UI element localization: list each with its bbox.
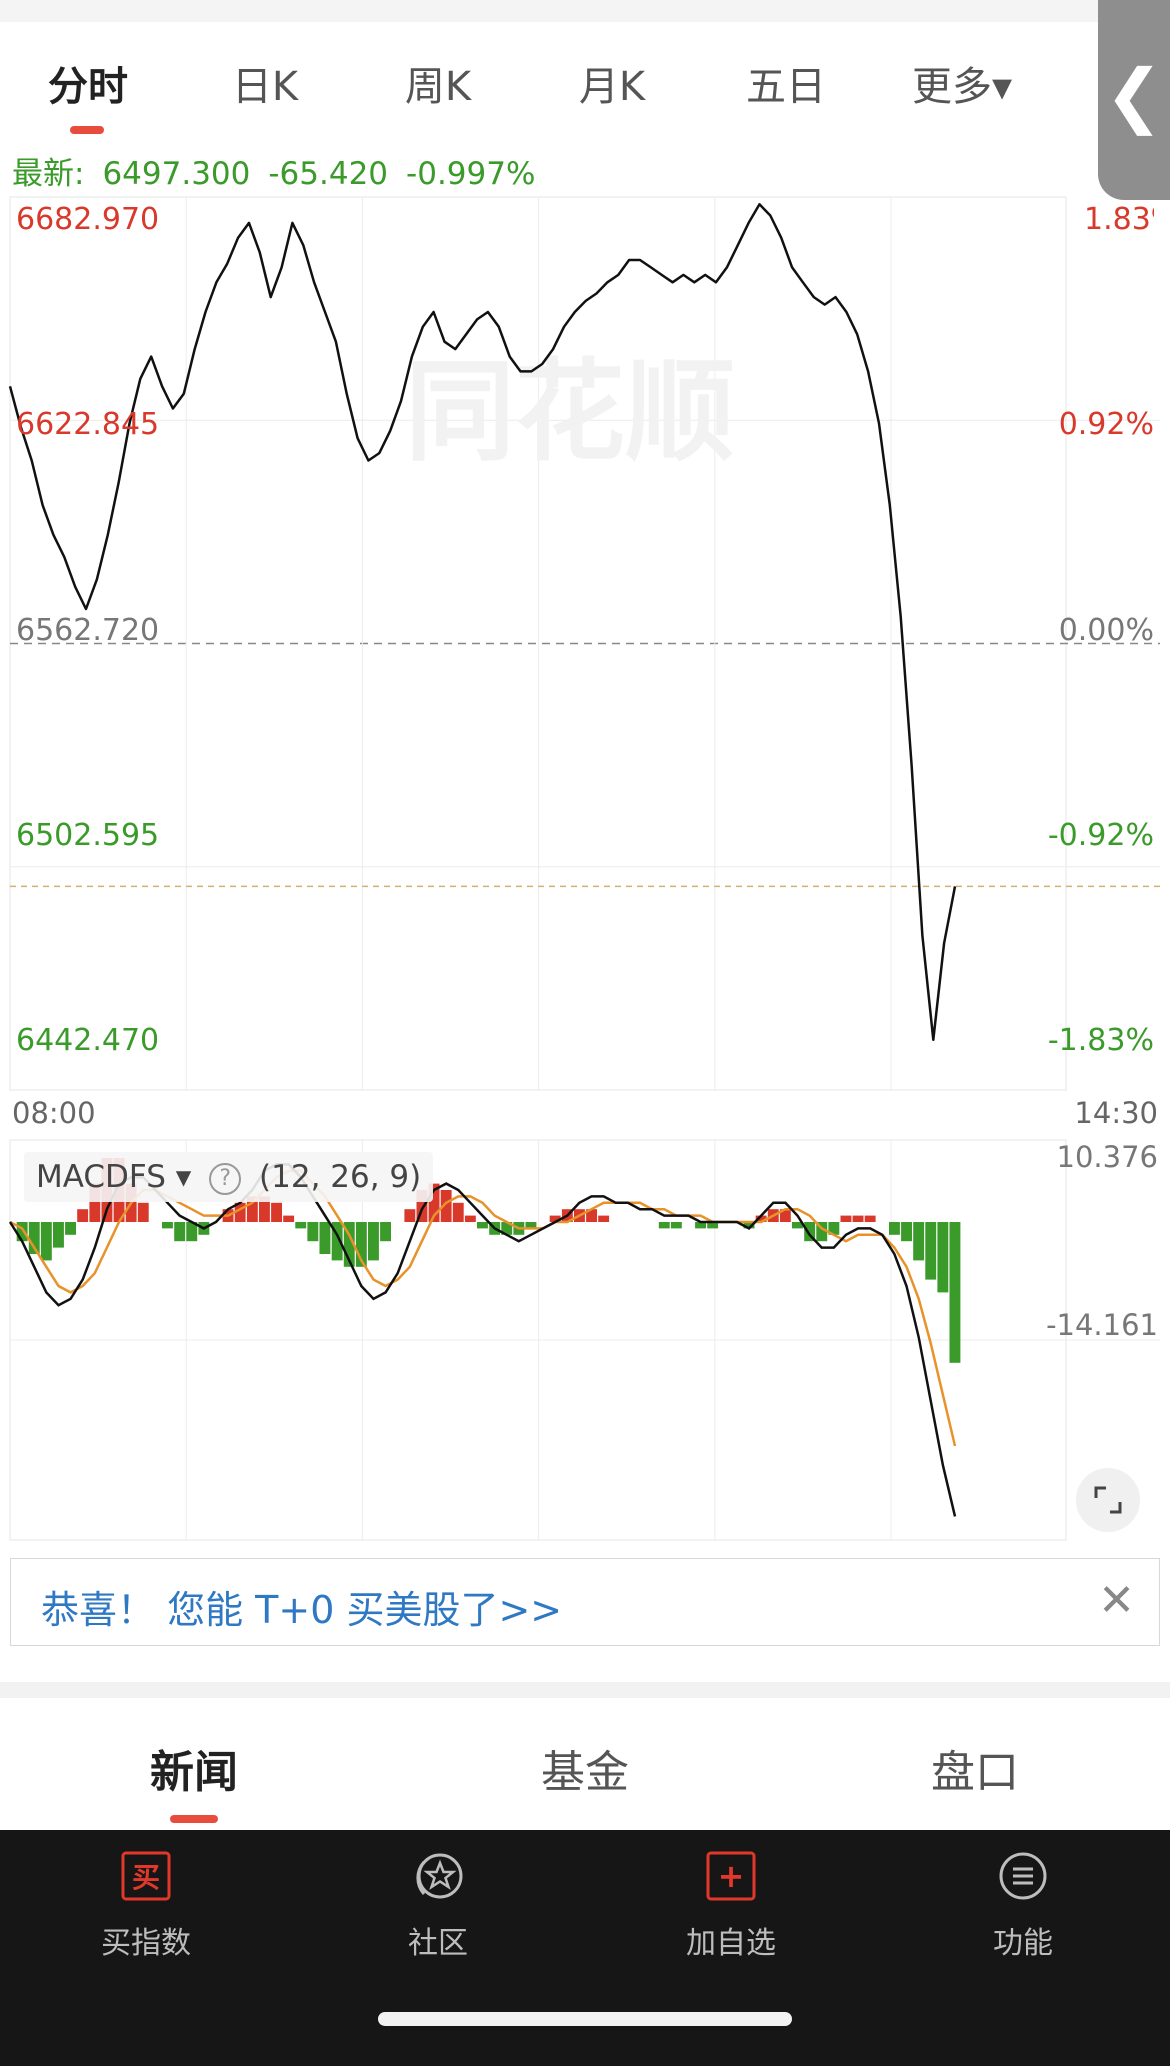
fullscreen-button[interactable]: [1076, 1468, 1140, 1532]
macd-bar: [380, 1222, 391, 1242]
y-left-label: 6442.470: [16, 1023, 160, 1058]
macd-bar: [889, 1222, 900, 1235]
macd-bar: [16, 1222, 28, 1242]
nav-functions[interactable]: 功能: [923, 1850, 1123, 1962]
dropdown-icon: ▾: [175, 1159, 192, 1195]
macd-bar: [271, 1202, 282, 1222]
macd-bar: [174, 1222, 186, 1242]
buy-icon: 买: [121, 1851, 171, 1901]
help-icon[interactable]: ?: [209, 1162, 242, 1195]
macd-bar: [53, 1222, 64, 1248]
time-start-label: 08:00: [12, 1096, 96, 1130]
promo-banner[interactable]: 恭喜！ 您能 T+0 买美股了>> ✕: [10, 1558, 1160, 1646]
nav-label: 社区: [408, 1926, 468, 1961]
macd-indicator-name: MACDFS: [36, 1159, 166, 1195]
macd-bar: [852, 1215, 864, 1222]
macd-bar: [452, 1202, 464, 1222]
macd-bar: [949, 1222, 961, 1363]
macd-bar: [307, 1222, 319, 1242]
y-left-label: 6622.845: [16, 407, 160, 442]
y-right-label: -1.83%: [1047, 1023, 1154, 1058]
intraday-chart[interactable]: 同花顺: [0, 0, 1170, 1560]
y-right-label: -0.92%: [1047, 818, 1154, 853]
menu-icon: [999, 1852, 1047, 1900]
macd-y-top: 10.376: [1056, 1140, 1158, 1174]
macd-bar: [913, 1222, 925, 1261]
macd-bar: [464, 1215, 476, 1222]
expand-icon: [1094, 1486, 1122, 1514]
time-end-label: 14:30: [1074, 1096, 1158, 1130]
community-icon: [416, 1853, 463, 1899]
macd-bar: [658, 1222, 670, 1229]
tab-order-book[interactable]: 盘口: [931, 1736, 1019, 1800]
macd-bar: [598, 1215, 610, 1222]
macd-bar: [925, 1222, 937, 1280]
macd-bar: [368, 1222, 379, 1261]
nav-buy-index[interactable]: 买 买指数: [46, 1850, 246, 1962]
close-icon[interactable]: ✕: [1098, 1575, 1135, 1626]
nav-label: 功能: [993, 1926, 1053, 1961]
y-right-label: 0.00%: [1058, 613, 1154, 648]
macd-bar: [477, 1222, 488, 1229]
macd-legend[interactable]: MACDFS ▾ ? (12, 26, 9): [24, 1152, 434, 1202]
svg-text:+: +: [718, 1857, 745, 1895]
macd-bar: [137, 1202, 149, 1222]
y-left-label: 6682.970: [16, 202, 160, 237]
bottom-nav: 买 买指数 社区 + 加自选 功能: [0, 1830, 1170, 2066]
tab-funds[interactable]: 基金: [541, 1736, 629, 1800]
macd-bar: [937, 1222, 949, 1293]
macd-bar: [864, 1215, 876, 1222]
macd-bar: [65, 1222, 76, 1235]
svg-text:买: 买: [132, 1861, 160, 1894]
macd-bar: [283, 1215, 295, 1222]
active-subtab-indicator: [170, 1815, 218, 1823]
y-right-label: 1.83%: [1084, 202, 1154, 237]
macd-params: (12, 26, 9): [259, 1159, 422, 1195]
promo-banner-text[interactable]: 恭喜！ 您能 T+0 买美股了>>: [41, 1579, 562, 1634]
macd-bar: [319, 1222, 331, 1254]
watermark: 同花顺: [405, 348, 735, 476]
home-indicator: [378, 2012, 792, 2026]
y-left-label: 6502.595: [16, 818, 160, 853]
tab-news[interactable]: 新闻: [150, 1736, 238, 1800]
macd-bar: [840, 1215, 852, 1222]
y-right-label: 0.92%: [1058, 407, 1154, 442]
section-divider: [0, 1682, 1170, 1698]
y-left-label: 6562.720: [16, 613, 160, 648]
macd-bar: [670, 1222, 682, 1229]
macd-y-mid: -14.161: [1046, 1308, 1158, 1342]
add-watchlist-icon: +: [706, 1851, 756, 1901]
macd-bar: [77, 1209, 89, 1222]
nav-label: 买指数: [101, 1926, 191, 1961]
macd-bar: [295, 1222, 307, 1229]
nav-community[interactable]: 社区: [338, 1850, 538, 1962]
macd-bar: [40, 1222, 52, 1261]
nav-add-watchlist[interactable]: + 加自选: [631, 1850, 831, 1962]
macd-bar: [901, 1222, 912, 1242]
nav-label: 加自选: [686, 1926, 776, 1961]
macd-bar: [404, 1209, 416, 1222]
dea-line: [9, 1169, 957, 1447]
macd-bar: [162, 1222, 173, 1229]
